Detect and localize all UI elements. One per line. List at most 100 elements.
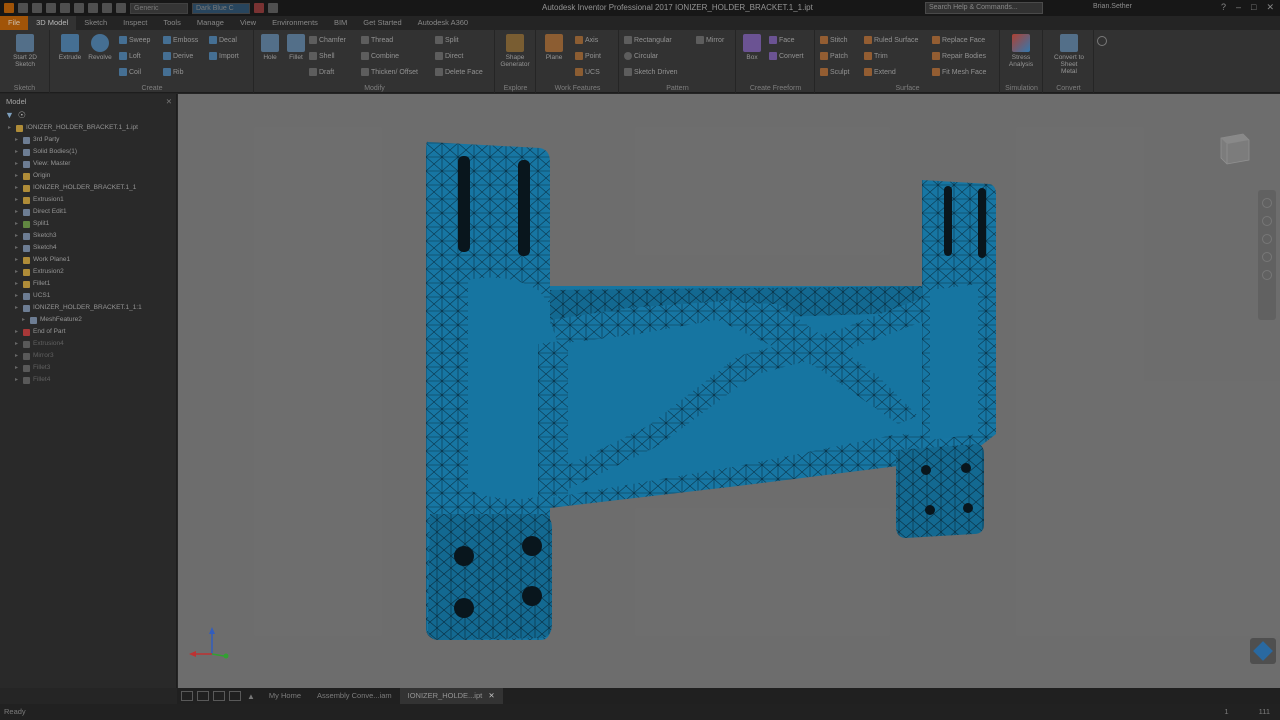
look-at-icon[interactable] (1262, 270, 1272, 280)
replace-face-button[interactable]: Replace Face (932, 35, 985, 45)
tree-item[interactable]: ▸ Work Plane1 (0, 254, 176, 266)
tree-item[interactable]: ▸ IONIZER_HOLDER_BRACKET.1_1:1 (0, 302, 176, 314)
expand-icon[interactable]: ▸ (15, 290, 20, 302)
pan-icon[interactable] (1262, 216, 1272, 226)
rectangular-pattern-button[interactable]: Rectangular (624, 35, 672, 45)
thread-button[interactable]: Thread (361, 35, 393, 45)
parameters-icon[interactable] (268, 3, 278, 13)
delete-face-button[interactable]: Delete Face (435, 67, 483, 77)
chamfer-button[interactable]: Chamfer (309, 35, 346, 45)
tree-item[interactable]: ▸ MeshFeature2 (0, 314, 176, 326)
expand-icon[interactable]: ▸ (15, 362, 20, 374)
expand-icon[interactable]: ▸ (15, 218, 20, 230)
doc-menu-icon[interactable]: ▲ (247, 692, 255, 701)
shell-button[interactable]: Shell (309, 51, 335, 61)
browser-close-icon[interactable]: ✕ (166, 97, 172, 106)
expand-icon[interactable]: ▸ (15, 374, 20, 386)
expand-icon[interactable]: ▸ (15, 338, 20, 350)
tab-environments[interactable]: Environments (264, 16, 326, 30)
emboss-button[interactable]: Emboss (163, 35, 198, 45)
tree-item[interactable]: ▸ Sketch3 (0, 230, 176, 242)
tab-sketch[interactable]: Sketch (76, 16, 115, 30)
redo-icon[interactable] (74, 3, 84, 13)
view-cube[interactable] (1217, 130, 1253, 166)
open-icon[interactable] (32, 3, 42, 13)
graphics-viewport[interactable] (178, 94, 1280, 688)
expand-icon[interactable]: ▸ (15, 242, 20, 254)
clear-override-icon[interactable] (254, 3, 264, 13)
decal-button[interactable]: Decal (209, 35, 237, 45)
axis-button[interactable]: Axis (575, 35, 598, 45)
draft-button[interactable]: Draft (309, 67, 334, 77)
undo-icon[interactable] (60, 3, 70, 13)
expand-icon[interactable]: ▸ (15, 194, 20, 206)
doc-tab-ionizer[interactable]: IONIZER_HOLDE...ipt ✕ (399, 688, 503, 704)
help-icon[interactable]: ? (1221, 2, 1226, 13)
patch-button[interactable]: Patch (820, 51, 848, 61)
ribbon-options-icon[interactable] (1097, 36, 1107, 46)
expand-icon[interactable]: ▸ (15, 278, 20, 290)
doc-tab-my-home[interactable]: My Home (261, 688, 309, 704)
tab-get-started[interactable]: Get Started (355, 16, 409, 30)
stitch-button[interactable]: Stitch (820, 35, 848, 45)
sketch-driven-pattern-button[interactable]: Sketch Driven (624, 67, 678, 77)
tree-item[interactable]: ▸ Sketch4 (0, 242, 176, 254)
expand-icon[interactable]: ▸ (15, 158, 20, 170)
expand-icon[interactable]: ▸ (15, 230, 20, 242)
convert-sheet-metal-button[interactable]: Convert to Sheet Metal (1052, 34, 1086, 75)
extend-button[interactable]: Extend (864, 67, 896, 77)
update-icon[interactable] (102, 3, 112, 13)
expand-icon[interactable]: ▸ (15, 350, 20, 362)
orbit-icon[interactable] (1262, 252, 1272, 262)
derive-button[interactable]: Derive (163, 51, 193, 61)
fillet-button[interactable]: Fillet (281, 34, 311, 61)
revolve-button[interactable]: Revolve (85, 34, 115, 61)
sculpt-button[interactable]: Sculpt (820, 67, 849, 77)
tab-bim[interactable]: BIM (326, 16, 355, 30)
steering-wheel-icon[interactable] (1262, 198, 1272, 208)
tab-view[interactable]: View (232, 16, 264, 30)
tree-item[interactable]: ▸ 3rd Party (0, 134, 176, 146)
a360-icon[interactable] (1250, 638, 1276, 664)
tab-inspect[interactable]: Inspect (115, 16, 155, 30)
point-button[interactable]: Point (575, 51, 601, 61)
start-2d-sketch-button[interactable]: Start 2D Sketch (10, 34, 40, 68)
expand-icon[interactable]: ▸ (15, 170, 20, 182)
select-icon[interactable] (116, 3, 126, 13)
split-button[interactable]: Split (435, 35, 459, 45)
box-button[interactable]: Box (737, 34, 767, 61)
material-dropdown[interactable]: Generic (130, 2, 188, 14)
fit-mesh-face-button[interactable]: Fit Mesh Face (932, 67, 986, 77)
expand-icon[interactable]: ▸ (15, 266, 20, 278)
tree-item[interactable]: ▸ Split1 (0, 218, 176, 230)
expand-icon[interactable]: ▸ (15, 146, 20, 158)
browser-title[interactable]: Model (6, 97, 26, 106)
filter-icon[interactable]: ▼ (5, 110, 14, 120)
tree-item[interactable]: ▸ Extrusion4 (0, 338, 176, 350)
combine-button[interactable]: Combine (361, 51, 399, 61)
tree-item[interactable]: ▸ Fillet4 (0, 374, 176, 386)
appearance-dropdown[interactable]: Dark Blue C (192, 2, 250, 14)
expand-icon[interactable]: ▸ (22, 314, 27, 326)
minimize-icon[interactable]: – (1236, 2, 1241, 13)
shape-generator-button[interactable]: Shape Generator (500, 34, 530, 68)
close-icon[interactable]: ✕ (1266, 2, 1274, 13)
expand-icon[interactable]: ▸ (15, 134, 20, 146)
trim-button[interactable]: Trim (864, 51, 888, 61)
tree-item[interactable]: ▸ Fillet1 (0, 278, 176, 290)
tile-horizontal-icon[interactable] (181, 691, 193, 701)
arrange-icon[interactable] (229, 691, 241, 701)
tree-item[interactable]: ▸ IONIZER_HOLDER_BRACKET.1_1 (0, 182, 176, 194)
face-button[interactable]: Face (769, 35, 795, 45)
ruled-surface-button[interactable]: Ruled Surface (864, 35, 918, 45)
circular-pattern-button[interactable]: Circular (624, 51, 658, 61)
help-search-input[interactable]: Search Help & Commands... (925, 2, 1043, 14)
tree-item[interactable]: ▸ End of Part (0, 326, 176, 338)
doc-tab-assembly[interactable]: Assembly Conve...iam (309, 688, 400, 704)
stress-analysis-button[interactable]: Stress Analysis (1006, 34, 1036, 68)
tree-item[interactable]: ▸ Origin (0, 170, 176, 182)
home-icon[interactable] (88, 3, 98, 13)
thicken-offset-button[interactable]: Thicken/ Offset (361, 67, 418, 77)
mirror-button[interactable]: Mirror (696, 35, 724, 45)
expand-icon[interactable]: ▸ (15, 326, 20, 338)
